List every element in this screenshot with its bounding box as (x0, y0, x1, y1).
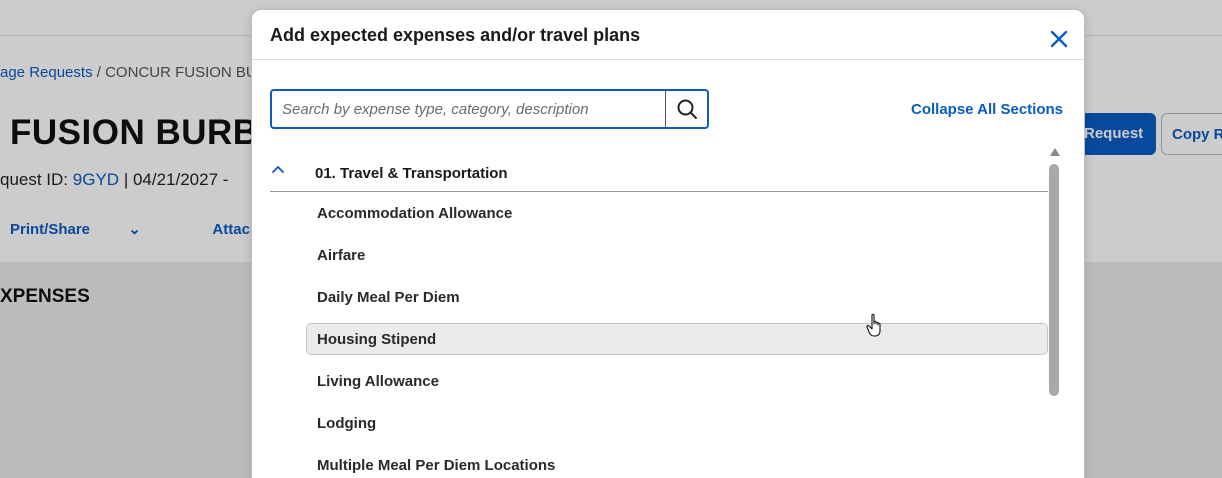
modal-header: Add expected expenses and/or travel plan… (252, 10, 1084, 60)
list-item[interactable]: Airfare (306, 239, 1048, 271)
search-box (270, 89, 709, 129)
expense-type-list: Accommodation Allowance Airfare Daily Me… (306, 197, 1048, 478)
list-item[interactable]: Living Allowance (306, 365, 1048, 397)
add-expenses-modal: Add expected expenses and/or travel plan… (251, 9, 1085, 478)
search-icon (677, 99, 697, 119)
list-item[interactable]: Lodging (306, 407, 1048, 439)
modal-title: Add expected expenses and/or travel plan… (270, 25, 641, 45)
scroll-up-arrow-icon[interactable] (1050, 148, 1060, 156)
collapse-all-link[interactable]: Collapse All Sections (911, 101, 1063, 118)
list-item[interactable]: Multiple Meal Per Diem Locations (306, 449, 1048, 478)
scrollbar[interactable] (1048, 148, 1062, 478)
list-item[interactable]: Accommodation Allowance (306, 197, 1048, 229)
section-header[interactable]: 01. Travel & Transportation (270, 158, 1048, 192)
search-input[interactable] (272, 91, 665, 127)
close-button[interactable] (1048, 28, 1070, 50)
list-item[interactable]: Daily Meal Per Diem (306, 281, 1048, 313)
scrollbar-thumb[interactable] (1049, 164, 1059, 396)
section-title: 01. Travel & Transportation (315, 165, 508, 182)
search-button[interactable] (665, 91, 707, 127)
chevron-up-icon[interactable] (270, 162, 286, 176)
close-icon (1050, 30, 1068, 48)
list-item-hovered[interactable]: Housing Stipend (306, 323, 1048, 355)
